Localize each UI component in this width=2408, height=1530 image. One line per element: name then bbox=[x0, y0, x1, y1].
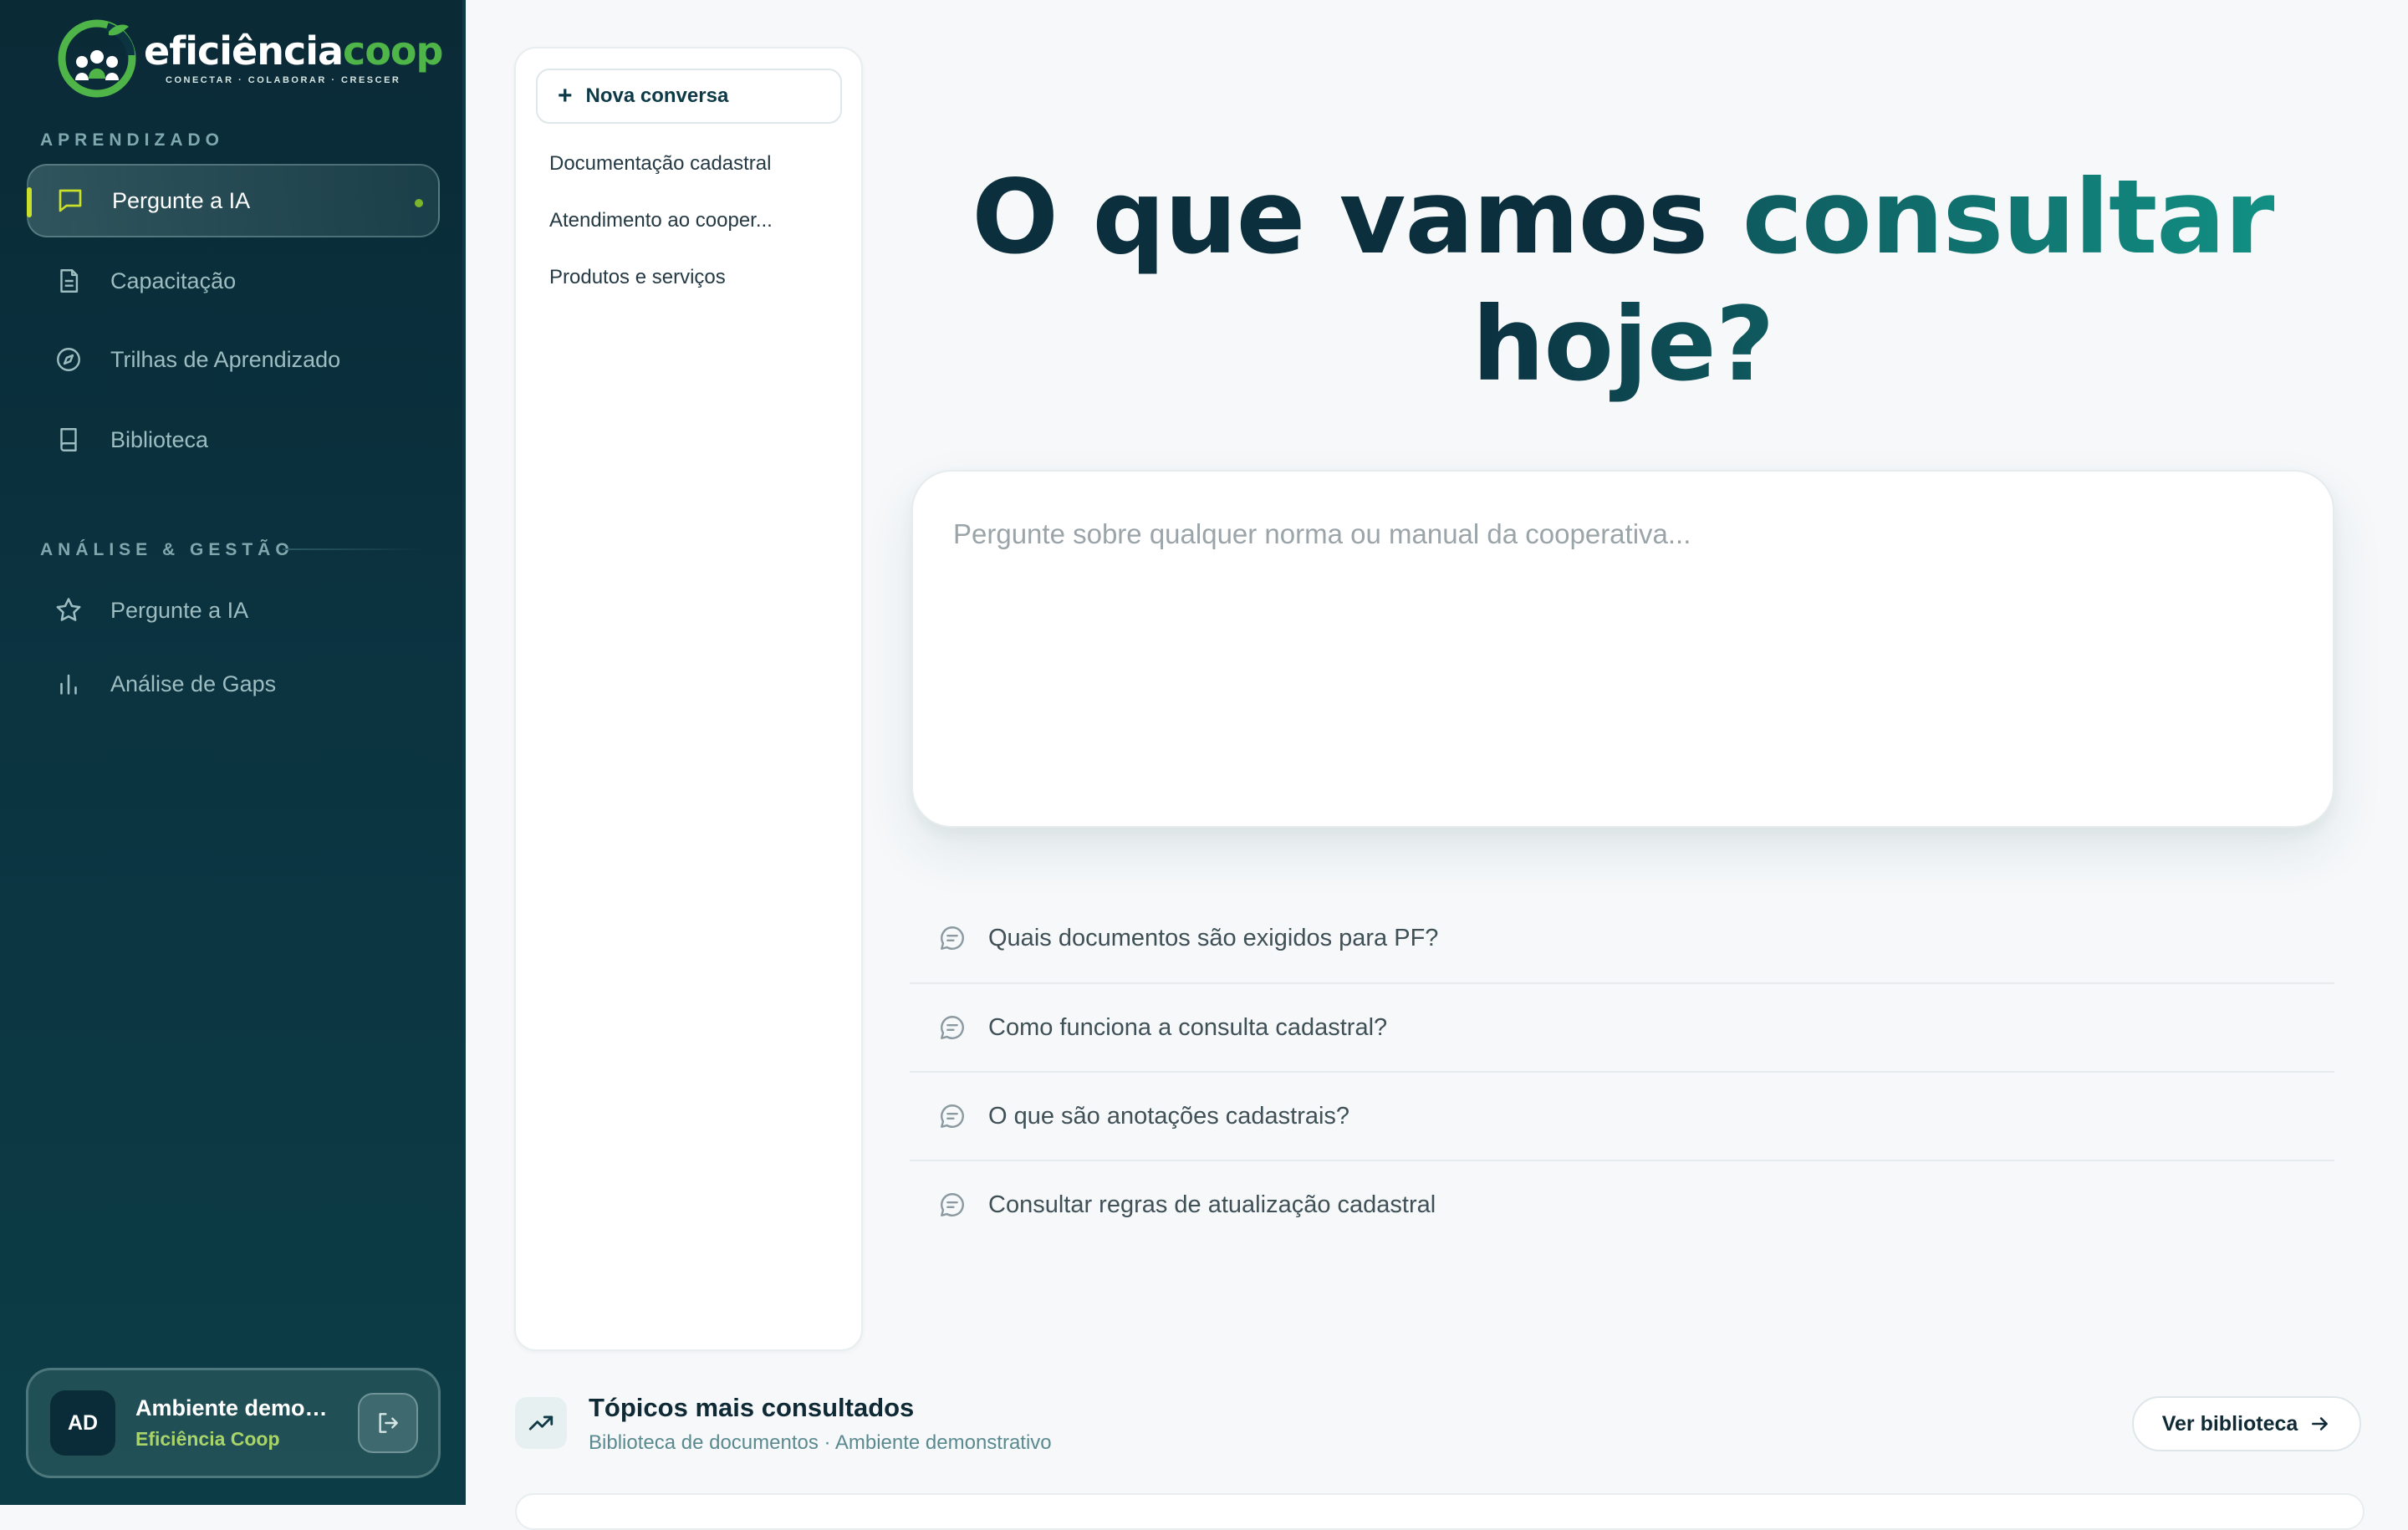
suggestion-item[interactable]: Quais documentos são exigidos para PF? bbox=[910, 894, 2334, 982]
conversation-item[interactable]: Produtos e serviços bbox=[549, 266, 726, 289]
topics-subtitle: Biblioteca de documentos · Ambiente demo… bbox=[589, 1431, 1052, 1454]
sidebar-item-trilhas[interactable]: Trilhas de Aprendizado bbox=[27, 323, 440, 396]
user-organization: Eficiência Coop bbox=[135, 1428, 280, 1450]
message-circle-icon bbox=[936, 1100, 968, 1132]
sidebar-item-pergunte-ia[interactable]: Pergunte a IA bbox=[27, 164, 440, 237]
brand-tagline: CONECTAR · COLABORAR · CRESCER bbox=[166, 75, 401, 85]
conversation-item[interactable]: Documentação cadastral bbox=[549, 152, 771, 176]
suggestion-label: O que são anotações cadastrais? bbox=[988, 1102, 1350, 1130]
sidebar-item-label: Trilhas de Aprendizado bbox=[110, 346, 341, 372]
suggestion-label: Consultar regras de atualização cadastra… bbox=[988, 1191, 1436, 1218]
suggestion-item[interactable]: Como funciona a consulta cadastral? bbox=[910, 983, 2334, 1072]
logout-button[interactable] bbox=[358, 1393, 418, 1453]
sidebar-item-capacitacao[interactable]: Capacitação bbox=[27, 244, 440, 318]
document-icon bbox=[52, 264, 85, 298]
book-icon bbox=[52, 423, 85, 456]
message-circle-icon bbox=[936, 922, 968, 954]
brand-logo[interactable]: eficiênciacoop CONECTAR · COLABORAR · CR… bbox=[57, 18, 443, 99]
sidebar: eficiênciacoop CONECTAR · COLABORAR · CR… bbox=[0, 0, 466, 1505]
new-conversation-label: Nova conversa bbox=[585, 84, 729, 107]
logo-mark-icon bbox=[58, 19, 136, 98]
sidebar-item-label: Capacitação bbox=[110, 268, 237, 293]
active-indicator-bar bbox=[27, 187, 32, 217]
suggestion-item[interactable]: O que são anotações cadastrais? bbox=[910, 1072, 2334, 1160]
sidebar-item-label: Biblioteca bbox=[110, 426, 209, 452]
sidebar-item-biblioteca[interactable]: Biblioteca bbox=[27, 403, 440, 477]
arrow-right-icon bbox=[2309, 1413, 2331, 1435]
brand-wordmark: eficiênciacoop bbox=[144, 28, 443, 74]
new-conversation-button[interactable]: + Nova conversa bbox=[536, 69, 842, 124]
headline-accent: consultar bbox=[1742, 158, 2275, 277]
query-input[interactable] bbox=[951, 517, 2293, 771]
section-label-learning: APRENDIZADO bbox=[40, 130, 225, 150]
suggestion-label: Quais documentos são exigidos para PF? bbox=[988, 924, 1439, 951]
section-divider bbox=[283, 548, 425, 550]
plus-icon: + bbox=[558, 82, 573, 110]
user-name: Ambiente demon... bbox=[135, 1395, 336, 1420]
trending-up-icon bbox=[515, 1397, 567, 1449]
sidebar-item-label: Pergunte a IA bbox=[112, 187, 251, 213]
headline-part-1: O que vamos bbox=[972, 158, 1708, 277]
avatar: AD bbox=[50, 1390, 115, 1456]
compass-icon bbox=[52, 343, 85, 376]
bar-chart-icon bbox=[52, 667, 85, 701]
sidebar-item-analise-gaps[interactable]: Análise de Gaps bbox=[27, 647, 440, 721]
view-library-label: Ver biblioteca bbox=[2161, 1411, 2298, 1436]
message-circle-icon bbox=[936, 1012, 968, 1043]
page-title: O que vamos consultar hoje? bbox=[908, 154, 2338, 408]
logout-icon bbox=[379, 1413, 398, 1433]
sidebar-item-pergunte-ia-analise[interactable]: Pergunte a IA bbox=[27, 574, 440, 647]
sidebar-item-label: Análise de Gaps bbox=[110, 671, 277, 696]
user-card: AD Ambiente demon... Eficiência Coop bbox=[26, 1368, 441, 1478]
conversation-history-panel: + Nova conversa Documentação cadastral A… bbox=[514, 47, 863, 1351]
view-library-button[interactable]: Ver biblioteca bbox=[2132, 1396, 2361, 1451]
message-circle-icon bbox=[936, 1189, 968, 1221]
headline-part-2: hoje? bbox=[1472, 285, 1775, 404]
active-status-dot bbox=[415, 199, 423, 207]
sidebar-item-label: Pergunte a IA bbox=[110, 597, 249, 623]
conversation-item[interactable]: Atendimento ao cooper... bbox=[549, 209, 773, 232]
suggestion-item[interactable]: Consultar regras de atualização cadastra… bbox=[910, 1160, 2334, 1249]
chat-bubble-icon bbox=[54, 184, 87, 217]
section-label-analysis: ANÁLISE & GESTÃO bbox=[40, 540, 294, 559]
suggestion-label: Como funciona a consulta cadastral? bbox=[988, 1013, 1388, 1041]
topics-card-edge bbox=[515, 1493, 2365, 1530]
query-box bbox=[911, 470, 2334, 828]
topics-title: Tópicos mais consultados bbox=[589, 1393, 915, 1422]
star-icon bbox=[52, 594, 85, 627]
